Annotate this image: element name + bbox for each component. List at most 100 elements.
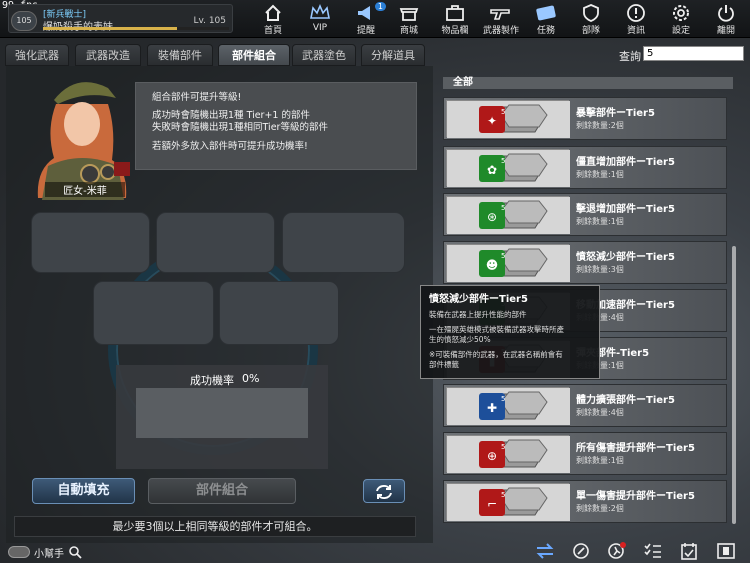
- part-count: 剩餘數量:1個: [576, 456, 624, 465]
- swap-icon[interactable]: [535, 542, 555, 560]
- part-name: 憤怒減少部件ーTier5: [576, 252, 675, 263]
- svg-text:5: 5: [501, 204, 505, 212]
- notice-badge: 1: [374, 2, 386, 11]
- part-glyph: ✿: [487, 163, 497, 177]
- part-count: 剩餘數量:1個: [576, 217, 624, 226]
- part-glyph: ⊕: [487, 449, 497, 463]
- megaphone-icon: [358, 6, 370, 20]
- checklist-icon[interactable]: [643, 542, 663, 560]
- part-name: 暴擊部件ーTier5: [576, 108, 655, 119]
- calendar-icon[interactable]: [680, 541, 698, 561]
- svg-text:5: 5: [501, 157, 505, 165]
- part-glyph: ☻: [486, 258, 499, 272]
- nav-info[interactable]: 資訊: [620, 2, 652, 36]
- part-slot-3[interactable]: [282, 212, 405, 273]
- tab-enhance-weapon[interactable]: 強化武器: [5, 44, 69, 66]
- part-count: 剩餘數量:1個: [576, 170, 624, 179]
- part-glyph: ✦: [487, 114, 497, 128]
- part-list-item[interactable]: ⊛ 5 擊退增加部件ーTier5 剩餘數量:1個: [443, 193, 727, 236]
- player-level: Lv. 105: [193, 16, 226, 26]
- tab-equip-parts[interactable]: 裝備部件: [147, 44, 213, 66]
- power-icon: [718, 5, 734, 22]
- info-line: 成功時會隨機出現1種 Tier+1 的部件: [152, 109, 310, 121]
- search-input[interactable]: 5: [643, 46, 744, 61]
- result-slot: [136, 388, 308, 438]
- nav-weapon-craft[interactable]: 武器製作: [480, 2, 522, 36]
- part-slot-5[interactable]: [219, 281, 339, 345]
- part-thumbnail: ✦ 5: [446, 100, 570, 138]
- nav-home[interactable]: 首頁: [257, 2, 289, 36]
- auto-fill-button[interactable]: 自動填充: [32, 478, 135, 504]
- tab-parts-combine[interactable]: 部件組合: [218, 44, 290, 66]
- nav-shop[interactable]: 商城: [393, 2, 425, 36]
- svg-text:5: 5: [501, 491, 505, 499]
- player-card[interactable]: 105 [新兵戰士] 爆奶殺手的表妹 Lv. 105: [8, 4, 233, 33]
- nav-exit[interactable]: 離開: [710, 2, 742, 36]
- part-name: 擊退增加部件ーTier5: [576, 204, 675, 215]
- part-thumbnail: ⊛ 5: [446, 196, 570, 234]
- shop-icon: [399, 8, 419, 21]
- hero-portrait: [37, 82, 130, 200]
- run-icon[interactable]: [607, 541, 627, 561]
- xp-fill: [43, 27, 177, 30]
- tab-weapon-paint[interactable]: 武器塗色: [292, 44, 356, 66]
- player-name: 爆奶殺手的表妹: [43, 18, 113, 33]
- success-rate-label: 成功機率: [190, 374, 234, 387]
- tab-weapon-mod[interactable]: 武器改造: [75, 44, 141, 66]
- nav-settings[interactable]: 設定: [665, 2, 697, 36]
- tooltip-line: 一在殭屍英雄模式被裝備武器攻擊時所產: [429, 324, 564, 334]
- part-icon: ⌐5: [447, 484, 570, 521]
- compass-icon[interactable]: [572, 542, 590, 560]
- crown-icon: [310, 3, 330, 19]
- helper-label: 小幫手: [34, 549, 64, 560]
- refresh-button[interactable]: [363, 479, 405, 503]
- gun-icon: [490, 9, 510, 20]
- briefcase-icon: [446, 5, 464, 21]
- xp-bar: [43, 27, 229, 30]
- part-thumbnail: ⌐ 5: [446, 483, 570, 521]
- part-slot-2[interactable]: [156, 212, 275, 273]
- part-thumbnail: ⊕ 5: [446, 435, 570, 473]
- tab-dismantle[interactable]: 分解道具: [361, 44, 425, 66]
- info-line: 若額外多放入部件時可提升成功機率!: [152, 140, 308, 152]
- refresh-icon: [376, 485, 392, 499]
- part-icon: ✿5: [447, 150, 570, 187]
- part-list-item[interactable]: ✚ 5 體力擴張部件ーTier5 剩餘數量:4個: [443, 384, 727, 427]
- helper-toggle[interactable]: [8, 546, 30, 558]
- nav-inventory[interactable]: 物品欄: [437, 2, 473, 36]
- nav-missions[interactable]: 任務: [530, 2, 562, 36]
- svg-text:5: 5: [501, 443, 505, 451]
- part-icon: ☻5: [447, 245, 570, 282]
- part-count: 剩餘數量:3個: [576, 265, 624, 274]
- part-icon: ⊕5: [447, 436, 570, 473]
- search-icon[interactable]: [68, 545, 82, 559]
- category-all[interactable]: 全部: [443, 77, 733, 89]
- part-list-item[interactable]: ⌐ 5 單一傷害提升部件ーTier5 剩餘數量:2個: [443, 480, 727, 523]
- gear-icon: [673, 5, 689, 21]
- part-thumbnail: ✚ 5: [446, 387, 570, 425]
- part-slot-4[interactable]: [93, 281, 214, 345]
- tooltip-line: 生的憤怒減少50%: [429, 335, 491, 344]
- part-list-item[interactable]: ☻ 5 憤怒減少部件ーTier5 剩餘數量:3個: [443, 241, 727, 284]
- nav-vip[interactable]: VIP: [302, 2, 338, 36]
- film-icon[interactable]: [716, 542, 736, 560]
- part-icon: ✚5: [447, 388, 570, 425]
- top-nav-bar: 99 fps 105 [新兵戰士] 爆奶殺手的表妹 Lv. 105 首頁 VIP…: [0, 0, 750, 38]
- part-list-item[interactable]: ✿ 5 僵直增加部件ーTier5 剩餘數量:1個: [443, 146, 727, 189]
- shield-icon: [583, 4, 599, 22]
- info-box: 組合部件可提升等級! 成功時會隨機出現1種 Tier+1 的部件 失敗時會隨機出…: [135, 82, 417, 170]
- ticket-icon: [536, 5, 556, 21]
- part-count: 剩餘數量:2個: [576, 121, 624, 130]
- nav-squad[interactable]: 部隊: [575, 2, 607, 36]
- part-slot-1[interactable]: [31, 212, 150, 273]
- item-tooltip: 憤怒減少部件ーTier5 裝備在武器上提升性能的部件 一在殭屍英雄模式被裝備武器…: [420, 285, 600, 379]
- part-glyph: ⌐: [487, 497, 497, 511]
- scrollbar[interactable]: [732, 246, 736, 524]
- part-list-item[interactable]: ✦ 5 暴擊部件ーTier5 剩餘數量:2個: [443, 97, 727, 140]
- part-list-item[interactable]: ⊕ 5 所有傷害提升部件ーTier5 剩餘數量:1個: [443, 432, 727, 475]
- part-glyph: ⊛: [487, 210, 497, 224]
- nav-notice[interactable]: 1 提醒: [350, 2, 386, 36]
- level-circle: 105: [11, 11, 37, 31]
- part-thumbnail: ☻ 5: [446, 244, 570, 282]
- combine-button[interactable]: 部件組合: [148, 478, 296, 504]
